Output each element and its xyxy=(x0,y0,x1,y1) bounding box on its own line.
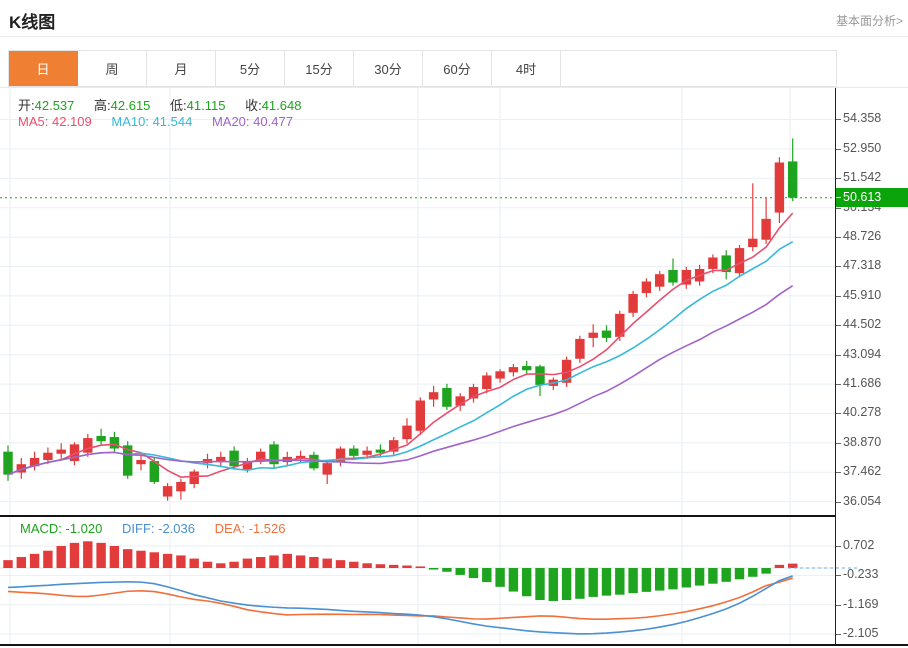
kline-page: K线图 基本面分析> 日 周 月 5分 15分 30分 60分 4时 开:42.… xyxy=(0,0,908,648)
page-title: K线图 xyxy=(9,8,55,33)
y-axis-label: 0.702 xyxy=(843,538,874,552)
y-axis-label: 48.726 xyxy=(843,229,881,243)
ohlc-readout: 开:42.537 高:42.615 低:41.115 收:41.648 xyxy=(18,95,317,114)
low-label: 低: xyxy=(170,98,187,113)
tab-4hour[interactable]: 4时 xyxy=(492,51,561,86)
diff-value: -2.036 xyxy=(158,521,195,536)
open-value: 42.537 xyxy=(35,98,75,113)
tab-30min[interactable]: 30分 xyxy=(354,51,423,86)
y-axis-label: -1.169 xyxy=(843,597,878,611)
y-axis-label: 40.278 xyxy=(843,405,881,419)
ma5-label: MA5: xyxy=(18,114,48,129)
y-axis-label: 52.950 xyxy=(843,141,881,155)
y-axis-label: 45.910 xyxy=(843,288,881,302)
fundamental-analysis-link[interactable]: 基本面分析> xyxy=(836,12,903,29)
y-axis-label: -0.233 xyxy=(843,567,878,581)
y-axis-label: 54.358 xyxy=(843,111,881,125)
macd-value: -1.020 xyxy=(66,521,103,536)
ma-readout: MA5: 42.109 MA10: 41.544 MA20: 40.477 xyxy=(18,114,309,129)
interval-tabbar: 日 周 月 5分 15分 30分 60分 4时 xyxy=(8,50,837,87)
close-label: 收: xyxy=(245,98,262,113)
tab-month[interactable]: 月 xyxy=(147,51,216,86)
current-price-tag: 50.613 xyxy=(836,188,908,207)
ma20-value: 40.477 xyxy=(253,114,293,129)
y-axis-label: 44.502 xyxy=(843,317,881,331)
candlestick-chart[interactable] xyxy=(0,88,835,516)
y-axis-label: 38.870 xyxy=(843,435,881,449)
tab-day[interactable]: 日 xyxy=(9,51,78,86)
pane-divider xyxy=(0,515,836,517)
title-divider xyxy=(0,36,908,37)
diff-label: DIFF: xyxy=(122,521,155,536)
y-axis-label: 47.318 xyxy=(843,258,881,272)
high-label: 高: xyxy=(94,98,111,113)
y-axis-label: 51.542 xyxy=(843,170,881,184)
close-value: 41.648 xyxy=(262,98,302,113)
ma10-label: MA10: xyxy=(111,114,149,129)
high-value: 42.615 xyxy=(111,98,151,113)
dea-label: DEA: xyxy=(215,521,245,536)
y-axis-label: 37.462 xyxy=(843,464,881,478)
dea-value: -1.526 xyxy=(249,521,286,536)
y-axis-label: 43.094 xyxy=(843,347,881,361)
tab-5min[interactable]: 5分 xyxy=(216,51,285,86)
tab-60min[interactable]: 60分 xyxy=(423,51,492,86)
y-axis-label: -2.105 xyxy=(843,626,878,640)
open-label: 开: xyxy=(18,98,35,113)
tab-week[interactable]: 周 xyxy=(78,51,147,86)
macd-chart[interactable] xyxy=(0,518,908,645)
ma10-value: 41.544 xyxy=(153,114,193,129)
low-value: 41.115 xyxy=(187,98,226,113)
current-price-value: 50.613 xyxy=(843,190,881,204)
tab-15min[interactable]: 15分 xyxy=(285,51,354,86)
y-axis-line xyxy=(835,88,836,645)
macd-label: MACD: xyxy=(20,521,62,536)
y-axis-label: 36.054 xyxy=(843,494,881,508)
macd-readout: MACD: -1.020 DIFF: -2.036 DEA: -1.526 xyxy=(20,521,301,536)
bottom-border xyxy=(0,644,908,646)
y-axis-label: 41.686 xyxy=(843,376,881,390)
price-tag-tick xyxy=(836,197,841,198)
tabbar-filler xyxy=(561,51,836,86)
ma20-label: MA20: xyxy=(212,114,250,129)
ma5-value: 42.109 xyxy=(52,114,92,129)
